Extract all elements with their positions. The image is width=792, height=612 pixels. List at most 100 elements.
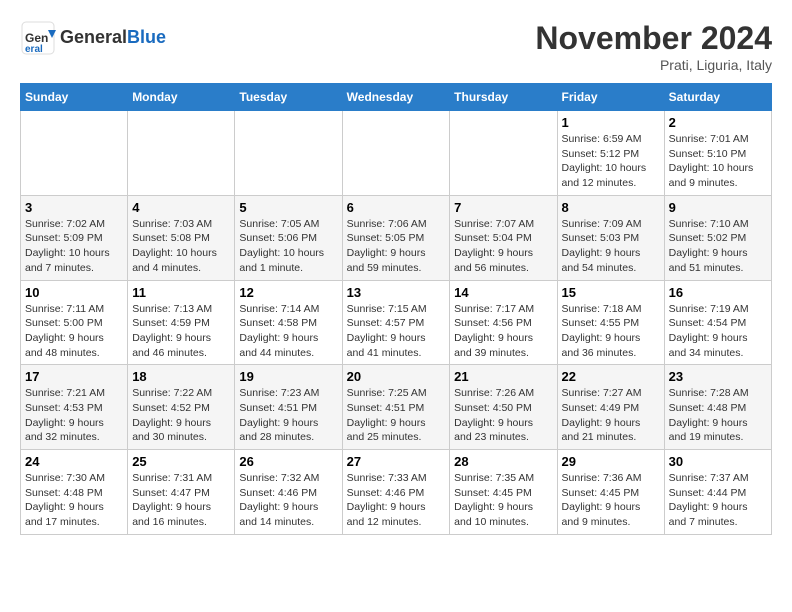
calendar-cell: 29Sunrise: 7:36 AM Sunset: 4:45 PM Dayli… (557, 450, 664, 535)
calendar-cell: 2 Sunrise: 7:01 AM Sunset: 5:10 PM Daylig… (664, 111, 771, 196)
calendar-cell: 19 Sunrise: 7:23 AM Sunset: 4:51 PM Dayli… (235, 365, 342, 450)
day-info: Sunrise: 7:33 AM Sunset: 4:46 PM Dayligh… (347, 471, 446, 530)
day-info: Sunrise: 7:22 AM Sunset: 4:52 PM Dayligh… (132, 386, 230, 445)
day-number: 3 (25, 200, 123, 215)
day-info: Sunrise: 7:26 AM Sunset: 4:50 PM Dayligh… (454, 386, 552, 445)
calendar-cell: 7Sunrise: 7:07 AM Sunset: 5:04 PM Daylig… (450, 195, 557, 280)
calendar-cell: 6Sunrise: 7:06 AM Sunset: 5:05 PM Daylig… (342, 195, 450, 280)
day-number: 18 (132, 369, 230, 384)
weekday-header-tuesday: Tuesday (235, 84, 342, 111)
weekday-header-thursday: Thursday (450, 84, 557, 111)
day-info: Sunrise: 7:27 AM Sunset: 4:49 PM Dayligh… (562, 386, 660, 445)
day-number: 2 (669, 115, 767, 130)
calendar-cell: 25 Sunrise: 7:31 AM Sunset: 4:47 PM Dayli… (128, 450, 235, 535)
day-info: Sunrise: 7:17 AM Sunset: 4:56 PM Dayligh… (454, 302, 552, 361)
day-number: 21 (454, 369, 552, 384)
calendar-week-row: 1Sunrise: 6:59 AM Sunset: 5:12 PM Daylig… (21, 111, 772, 196)
day-number: 16 (669, 285, 767, 300)
calendar-cell: 28 Sunrise: 7:35 AM Sunset: 4:45 PM Dayli… (450, 450, 557, 535)
title-block: November 2024 Prati, Liguria, Italy (535, 20, 772, 73)
calendar-cell: 27 Sunrise: 7:33 AM Sunset: 4:46 PM Dayli… (342, 450, 450, 535)
calendar-cell (235, 111, 342, 196)
calendar-week-row: 17Sunrise: 7:21 AM Sunset: 4:53 PM Dayli… (21, 365, 772, 450)
calendar-week-row: 10Sunrise: 7:11 AM Sunset: 5:00 PM Dayli… (21, 280, 772, 365)
calendar-cell: 17Sunrise: 7:21 AM Sunset: 4:53 PM Dayli… (21, 365, 128, 450)
calendar-cell: 14 Sunrise: 7:17 AM Sunset: 4:56 PM Dayli… (450, 280, 557, 365)
calendar-cell: 26 Sunrise: 7:32 AM Sunset: 4:46 PM Dayli… (235, 450, 342, 535)
day-info: Sunrise: 7:03 AM Sunset: 5:08 PM Dayligh… (132, 217, 230, 276)
day-info: Sunrise: 7:32 AM Sunset: 4:46 PM Dayligh… (239, 471, 337, 530)
calendar-cell (342, 111, 450, 196)
day-info: Sunrise: 7:36 AM Sunset: 4:45 PM Dayligh… (562, 471, 660, 530)
svg-text:eral: eral (25, 44, 43, 55)
day-info: Sunrise: 7:01 AM Sunset: 5:10 PM Dayligh… (669, 132, 767, 191)
day-info: Sunrise: 7:15 AM Sunset: 4:57 PM Dayligh… (347, 302, 446, 361)
day-number: 19 (239, 369, 337, 384)
day-info: Sunrise: 7:19 AM Sunset: 4:54 PM Dayligh… (669, 302, 767, 361)
day-info: Sunrise: 7:13 AM Sunset: 4:59 PM Dayligh… (132, 302, 230, 361)
calendar-cell: 20 Sunrise: 7:25 AM Sunset: 4:51 PM Dayli… (342, 365, 450, 450)
svg-text:Gen: Gen (25, 31, 48, 45)
calendar-cell: 15 Sunrise: 7:18 AM Sunset: 4:55 PM Dayli… (557, 280, 664, 365)
day-number: 20 (347, 369, 446, 384)
day-info: Sunrise: 6:59 AM Sunset: 5:12 PM Dayligh… (562, 132, 660, 191)
day-info: Sunrise: 7:10 AM Sunset: 5:02 PM Dayligh… (669, 217, 767, 276)
day-info: Sunrise: 7:05 AM Sunset: 5:06 PM Dayligh… (239, 217, 337, 276)
weekday-header-friday: Friday (557, 84, 664, 111)
day-number: 22 (562, 369, 660, 384)
weekday-header-monday: Monday (128, 84, 235, 111)
day-number: 25 (132, 454, 230, 469)
calendar-cell: 23 Sunrise: 7:28 AM Sunset: 4:48 PM Dayli… (664, 365, 771, 450)
calendar-table: SundayMondayTuesdayWednesdayThursdayFrid… (20, 83, 772, 535)
logo-text-general: GeneralBlue (60, 28, 166, 48)
day-number: 9 (669, 200, 767, 215)
day-info: Sunrise: 7:35 AM Sunset: 4:45 PM Dayligh… (454, 471, 552, 530)
day-info: Sunrise: 7:07 AM Sunset: 5:04 PM Dayligh… (454, 217, 552, 276)
calendar-cell: 21 Sunrise: 7:26 AM Sunset: 4:50 PM Dayli… (450, 365, 557, 450)
calendar-week-row: 24Sunrise: 7:30 AM Sunset: 4:48 PM Dayli… (21, 450, 772, 535)
day-number: 8 (562, 200, 660, 215)
day-info: Sunrise: 7:09 AM Sunset: 5:03 PM Dayligh… (562, 217, 660, 276)
day-number: 15 (562, 285, 660, 300)
weekday-header-row: SundayMondayTuesdayWednesdayThursdayFrid… (21, 84, 772, 111)
day-number: 13 (347, 285, 446, 300)
month-title: November 2024 (535, 20, 772, 57)
subtitle: Prati, Liguria, Italy (535, 57, 772, 73)
calendar-cell: 13 Sunrise: 7:15 AM Sunset: 4:57 PM Dayli… (342, 280, 450, 365)
calendar-cell: 5 Sunrise: 7:05 AM Sunset: 5:06 PM Daylig… (235, 195, 342, 280)
day-number: 27 (347, 454, 446, 469)
day-number: 11 (132, 285, 230, 300)
day-number: 5 (239, 200, 337, 215)
calendar-cell: 1Sunrise: 6:59 AM Sunset: 5:12 PM Daylig… (557, 111, 664, 196)
calendar-cell: 30Sunrise: 7:37 AM Sunset: 4:44 PM Dayli… (664, 450, 771, 535)
logo-icon: Gen eral (20, 20, 56, 56)
day-info: Sunrise: 7:14 AM Sunset: 4:58 PM Dayligh… (239, 302, 337, 361)
calendar-cell: 3Sunrise: 7:02 AM Sunset: 5:09 PM Daylig… (21, 195, 128, 280)
day-number: 17 (25, 369, 123, 384)
day-number: 28 (454, 454, 552, 469)
day-number: 4 (132, 200, 230, 215)
weekday-header-saturday: Saturday (664, 84, 771, 111)
day-info: Sunrise: 7:06 AM Sunset: 5:05 PM Dayligh… (347, 217, 446, 276)
day-info: Sunrise: 7:25 AM Sunset: 4:51 PM Dayligh… (347, 386, 446, 445)
calendar-week-row: 3Sunrise: 7:02 AM Sunset: 5:09 PM Daylig… (21, 195, 772, 280)
logo: Gen eral GeneralBlue (20, 20, 166, 56)
calendar-cell: 9 Sunrise: 7:10 AM Sunset: 5:02 PM Daylig… (664, 195, 771, 280)
day-info: Sunrise: 7:30 AM Sunset: 4:48 PM Dayligh… (25, 471, 123, 530)
weekday-header-sunday: Sunday (21, 84, 128, 111)
day-number: 23 (669, 369, 767, 384)
day-number: 12 (239, 285, 337, 300)
calendar-cell: 12 Sunrise: 7:14 AM Sunset: 4:58 PM Dayli… (235, 280, 342, 365)
calendar-cell (128, 111, 235, 196)
calendar-cell (450, 111, 557, 196)
day-info: Sunrise: 7:18 AM Sunset: 4:55 PM Dayligh… (562, 302, 660, 361)
day-info: Sunrise: 7:28 AM Sunset: 4:48 PM Dayligh… (669, 386, 767, 445)
calendar-cell: 4 Sunrise: 7:03 AM Sunset: 5:08 PM Daylig… (128, 195, 235, 280)
day-number: 26 (239, 454, 337, 469)
day-info: Sunrise: 7:23 AM Sunset: 4:51 PM Dayligh… (239, 386, 337, 445)
day-info: Sunrise: 7:37 AM Sunset: 4:44 PM Dayligh… (669, 471, 767, 530)
calendar-cell: 11 Sunrise: 7:13 AM Sunset: 4:59 PM Dayli… (128, 280, 235, 365)
day-info: Sunrise: 7:31 AM Sunset: 4:47 PM Dayligh… (132, 471, 230, 530)
day-number: 10 (25, 285, 123, 300)
day-number: 14 (454, 285, 552, 300)
